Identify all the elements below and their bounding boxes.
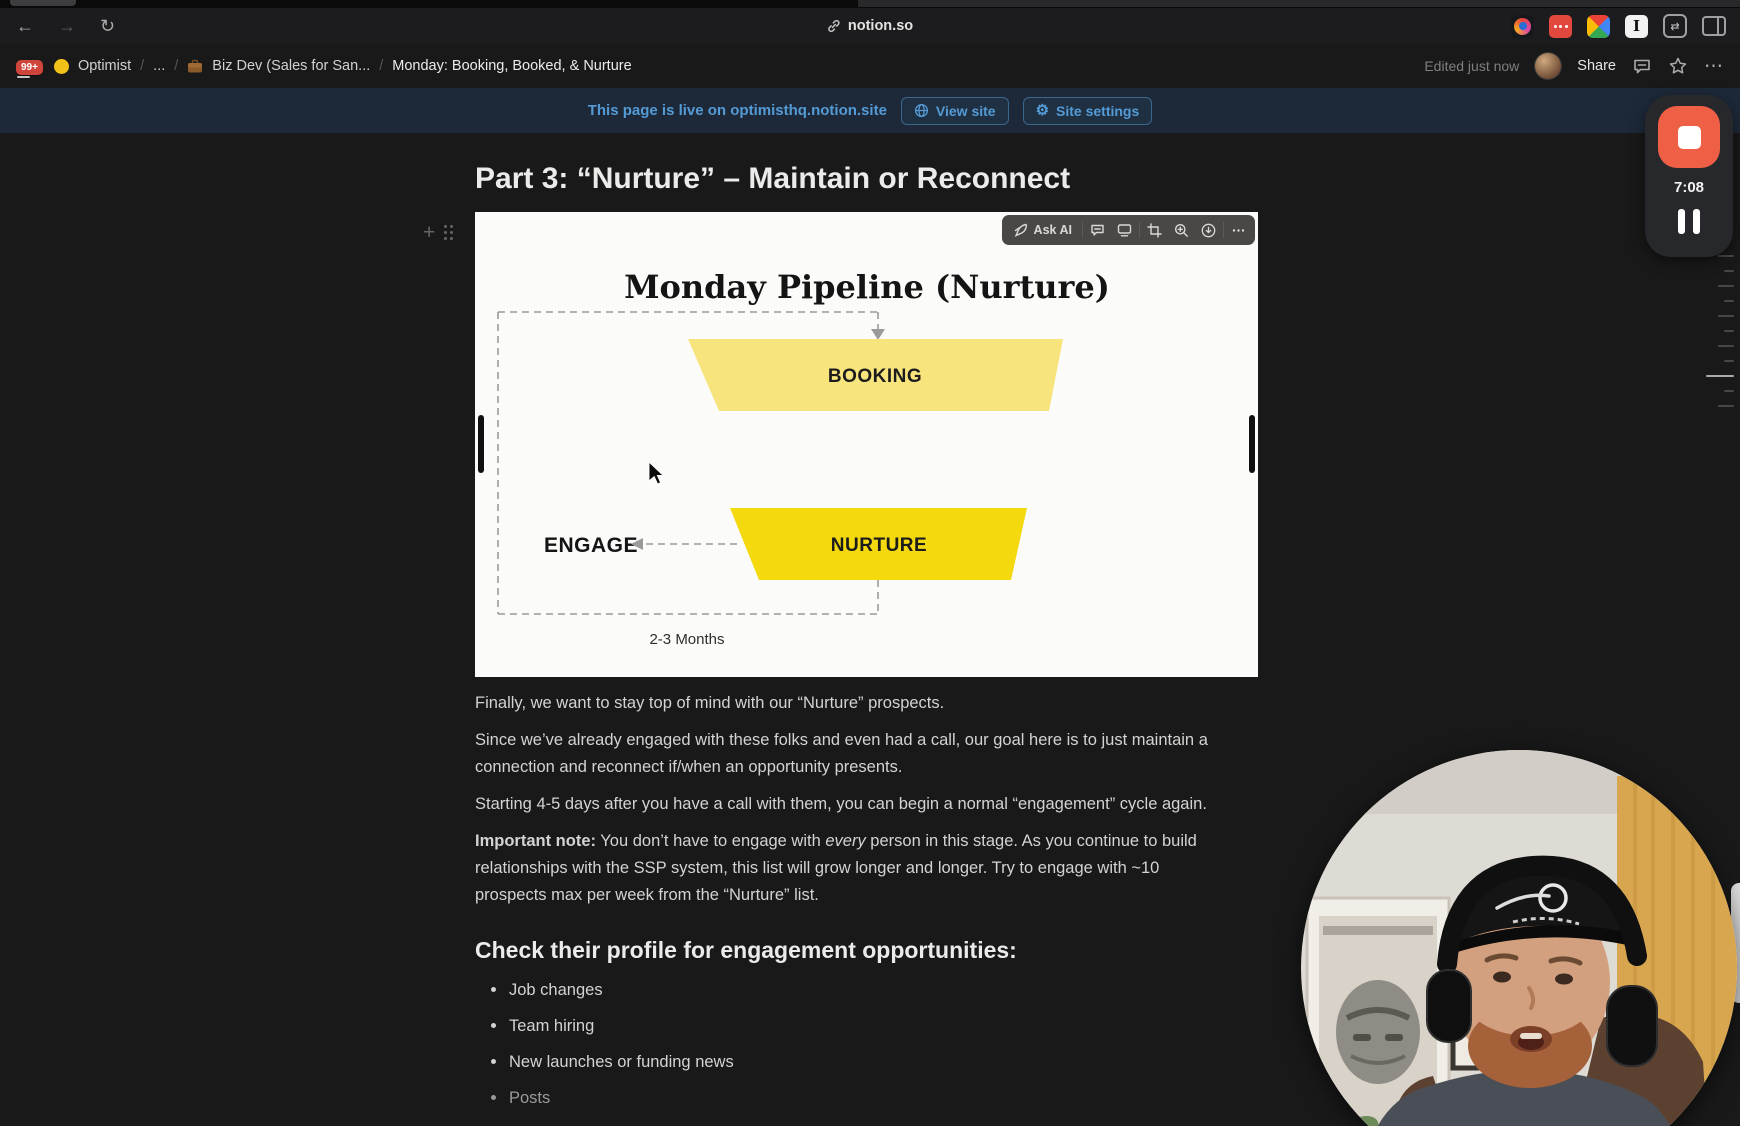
site-settings-button[interactable]: ⚙ Site settings xyxy=(1022,96,1153,125)
ask-ai-label: Ask AI xyxy=(1033,223,1072,237)
sidebar-icon xyxy=(17,76,30,78)
paragraph: Starting 4-5 days after you have a call … xyxy=(475,795,1207,813)
breadcrumb-collapsed[interactable]: ... xyxy=(153,58,165,74)
paragraph: Since we’ve already engaged with these f… xyxy=(475,731,1208,776)
paragraph-important-note: Important note: You don’t have to engage… xyxy=(475,832,1197,904)
briefcase-icon xyxy=(187,59,203,74)
engage-label: ENGAGE xyxy=(544,534,638,557)
serif-i-extension-icon[interactable]: I xyxy=(1625,14,1648,38)
stop-recording-button[interactable] xyxy=(1658,106,1720,168)
ask-ai-button[interactable]: Ask AI xyxy=(1005,223,1081,237)
pinwheel-extension-icon[interactable] xyxy=(1587,14,1610,38)
more-options-button[interactable]: ⋯ xyxy=(1704,55,1724,78)
ai-quill-icon xyxy=(1014,223,1027,237)
forward-icon[interactable]: → xyxy=(58,17,76,35)
image-block[interactable]: + Ask AI Monday Pipeline (Nurture) BOOKI… xyxy=(423,212,1258,677)
image-resize-handle-left[interactable] xyxy=(478,415,484,473)
site-live-banner: This page is live on optimisthq.notion.s… xyxy=(0,88,1740,133)
workspace-icon xyxy=(53,58,69,74)
image-resize-handle-right[interactable] xyxy=(1249,415,1255,473)
fullscreen-preview-icon[interactable] xyxy=(1111,217,1138,243)
list-item: Posts xyxy=(475,1085,1233,1112)
booking-label: BOOKING xyxy=(828,366,922,387)
important-note-label: Important note: xyxy=(475,832,596,850)
page-body: Part 3: “Nurture” – Maintain or Reconnec… xyxy=(423,161,1258,1121)
background-window-edge xyxy=(858,0,1740,7)
comments-icon[interactable] xyxy=(1632,56,1652,76)
split-view-icon[interactable] xyxy=(1702,16,1726,36)
block-controls: + xyxy=(423,222,454,243)
recording-widget: 7:08 xyxy=(1645,95,1733,257)
link-icon xyxy=(827,19,841,33)
globe-icon xyxy=(914,103,928,118)
notion-header: 99+ Optimist / ... / Biz Dev (Sales for … xyxy=(0,44,1740,88)
article-text: Finally, we want to stay top of mind wit… xyxy=(475,690,1233,1112)
view-site-label: View site xyxy=(935,102,996,119)
download-icon[interactable] xyxy=(1195,217,1222,243)
extensions-area: I ⇄ xyxy=(1511,8,1726,44)
reload-icon[interactable]: ↻ xyxy=(100,17,115,35)
zoom-icon[interactable] xyxy=(1168,217,1195,243)
nurture-label: NURTURE xyxy=(831,535,927,556)
site-settings-label: Site settings xyxy=(1056,102,1140,119)
add-block-button[interactable]: + xyxy=(423,222,435,243)
breadcrumb-separator: / xyxy=(379,58,384,74)
outline-indicator[interactable] xyxy=(1700,255,1734,420)
breadcrumb-separator: / xyxy=(174,58,179,74)
pipeline-diagram: Monday Pipeline (Nurture) BOOKING NURTUR… xyxy=(475,212,1258,677)
bullet-icon xyxy=(491,1023,496,1028)
webcam-overlay xyxy=(1301,750,1737,1126)
url-text: notion.so xyxy=(847,18,914,34)
diagram-title: Monday Pipeline (Nurture) xyxy=(624,268,1110,306)
breadcrumb-current-page[interactable]: Monday: Booking, Booked, & Nurture xyxy=(392,58,631,74)
bullet-icon xyxy=(491,987,496,992)
section-heading: Check their profile for engagement oppor… xyxy=(475,937,1017,963)
comment-icon[interactable] xyxy=(1084,217,1111,243)
pause-recording-button[interactable] xyxy=(1678,209,1700,234)
duration-label: 2-3 Months xyxy=(649,631,724,648)
favorite-star-icon[interactable] xyxy=(1668,56,1688,76)
edited-status: Edited just now xyxy=(1424,58,1520,74)
image-toolbar: Ask AI xyxy=(1001,215,1255,245)
list-item: New launches or funding news xyxy=(475,1049,1233,1076)
avatar[interactable] xyxy=(1535,53,1562,79)
more-icon[interactable] xyxy=(1225,217,1252,243)
breadcrumb: 99+ Optimist / ... / Biz Dev (Sales for … xyxy=(16,58,632,78)
screen: ← → ↻ notion.so I ⇄ 99+ Optimist / ... /… xyxy=(0,0,1740,1126)
stop-icon xyxy=(1677,125,1701,149)
outline-current-position xyxy=(1706,375,1734,377)
color-ring-extension-icon[interactable] xyxy=(1511,14,1534,38)
share-button[interactable]: Share xyxy=(1577,58,1616,74)
window-top-strip xyxy=(0,0,1740,8)
paragraph: Finally, we want to stay top of mind wit… xyxy=(475,694,945,712)
banner-message: This page is live on optimisthq.notion.s… xyxy=(587,102,887,119)
bullet-icon xyxy=(491,1095,496,1100)
list-item: Team hiring xyxy=(475,1013,1233,1040)
bullet-icon xyxy=(491,1059,496,1064)
view-site-button[interactable]: View site xyxy=(900,96,1009,125)
address-bar[interactable]: notion.so xyxy=(827,8,913,44)
breadcrumb-workspace[interactable]: Optimist xyxy=(78,58,131,74)
drag-handle[interactable] xyxy=(444,224,454,241)
gear-icon: ⚙ xyxy=(1035,102,1050,119)
breadcrumb-parent-page[interactable]: Biz Dev (Sales for San... xyxy=(212,58,370,74)
list-item: Job changes xyxy=(475,977,1233,1004)
bullet-list: Job changes Team hiring New launches or … xyxy=(475,977,1233,1112)
page-title: Part 3: “Nurture” – Maintain or Reconnec… xyxy=(475,162,1071,195)
sidebar-toggle[interactable]: 99+ xyxy=(16,58,43,78)
notification-badge: 99+ xyxy=(16,60,43,75)
recording-timer: 7:08 xyxy=(1673,179,1705,196)
back-icon[interactable]: ← xyxy=(16,17,34,35)
crop-icon[interactable] xyxy=(1141,217,1168,243)
background-window-tab xyxy=(10,0,76,6)
red-extension-icon[interactable] xyxy=(1549,14,1572,38)
browser-toolbar: ← → ↻ notion.so I ⇄ xyxy=(0,8,1740,44)
swap-tabs-icon[interactable]: ⇄ xyxy=(1663,14,1687,38)
breadcrumb-separator: / xyxy=(140,58,145,74)
